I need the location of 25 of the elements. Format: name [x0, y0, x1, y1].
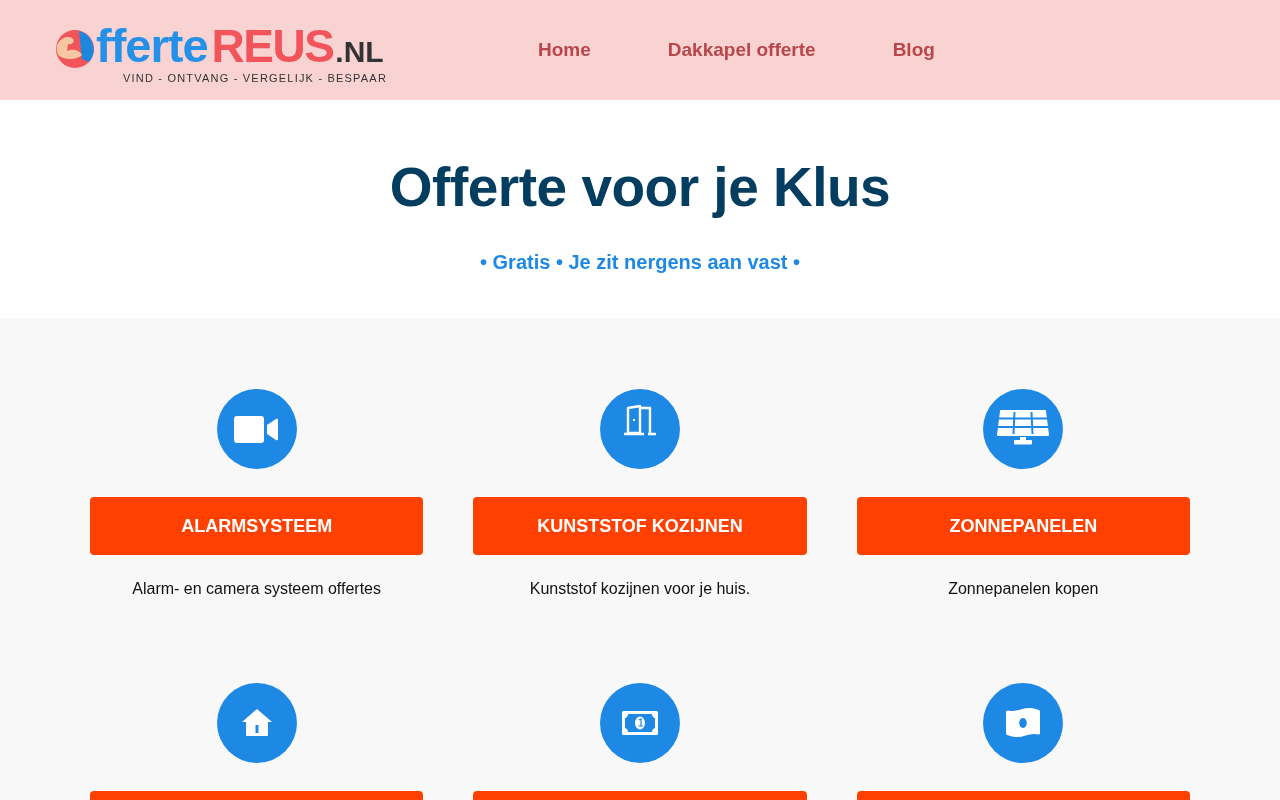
logo-text: fferte — [96, 22, 208, 70]
service-button[interactable]: KUNSTSTOF KOZIJNEN — [473, 497, 807, 555]
video-camera-icon — [216, 389, 297, 469]
money-bill-icon — [983, 683, 1064, 763]
page-subtitle: • Gratis • Je zit nergens aan vast • — [480, 250, 800, 274]
logo-brand-text: REUS — [211, 22, 334, 70]
solar-panel-icon — [983, 389, 1064, 469]
page-title: Offerte voor je Klus — [389, 155, 891, 220]
service-button[interactable] — [856, 791, 1190, 800]
logo-ball-icon — [55, 29, 95, 69]
service-description: Kunststof kozijnen voor je huis. — [529, 579, 751, 599]
nav-link[interactable]: Home — [538, 39, 591, 61]
banknote-icon — [600, 683, 680, 763]
nav-link[interactable]: Dakkapel offerte — [667, 39, 816, 61]
service-description: Zonnepanelen kopen — [948, 579, 1099, 599]
service-button[interactable] — [473, 791, 807, 800]
logo-tagline: VIND - ONTVANG - VERGELIJK - BESPAAR — [123, 72, 388, 84]
service-button[interactable] — [90, 791, 424, 800]
service-button[interactable]: ALARMSYSTEEM — [90, 497, 424, 555]
nav-link[interactable]: Blog — [892, 39, 935, 61]
door-icon — [600, 389, 680, 469]
service-description: Alarm- en camera systeem offertes — [132, 579, 381, 599]
logo-domain-text: .NL — [335, 37, 384, 67]
service-button[interactable]: ZONNEPANELEN — [856, 497, 1190, 555]
house-icon — [216, 683, 297, 763]
